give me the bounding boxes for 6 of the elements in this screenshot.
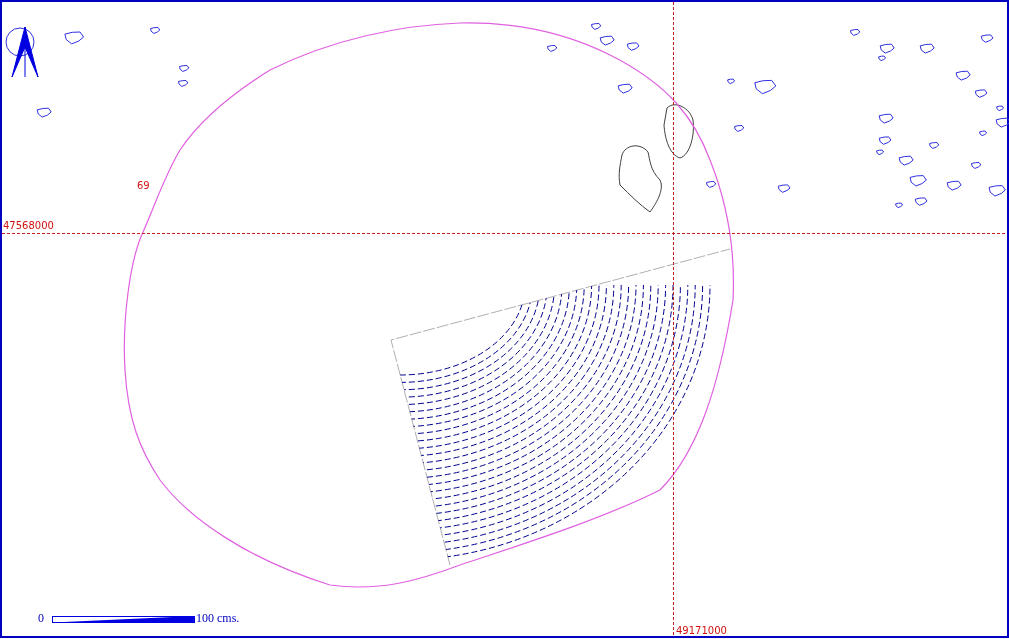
scale-end-label: 100 cms. [196,611,240,625]
scale-start-label: 0 [38,611,44,625]
northing-label: 47568000 [3,220,54,231]
point-label: 69 [137,180,150,191]
easting-label: 49171000 [676,625,727,636]
north-arrow-icon [11,26,39,78]
